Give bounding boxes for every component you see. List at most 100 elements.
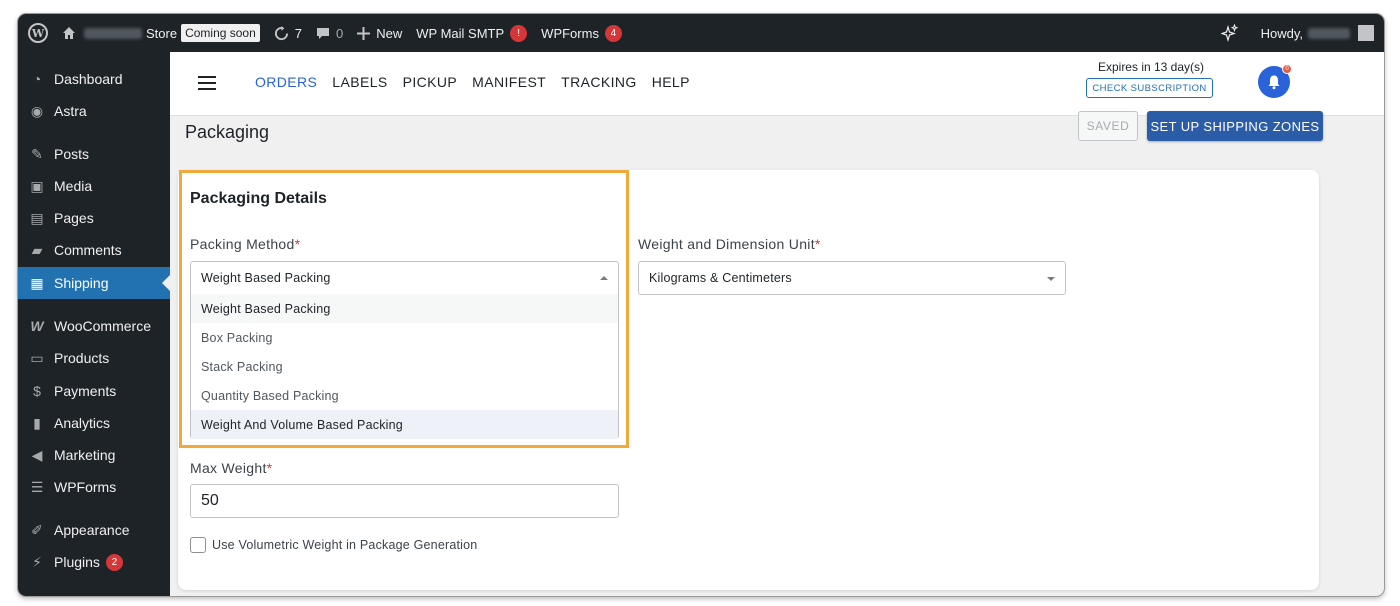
blurred-username [1308, 27, 1350, 39]
ai-sparkle-button[interactable] [1214, 14, 1246, 52]
sidebar-item-label: WooCommerce [54, 318, 151, 334]
comments-count: 0 [336, 25, 344, 41]
sidebar-item-label: Pages [54, 210, 94, 226]
dollar-icon: $ [33, 383, 41, 399]
hamburger-menu-icon[interactable] [198, 76, 216, 90]
required-asterisk: * [294, 236, 301, 252]
tab-pickup[interactable]: PICKUP [403, 74, 458, 90]
sidebar-item-products[interactable]: ▭ Products [18, 342, 170, 374]
media-icon: ▣ [30, 177, 44, 194]
sidebar-item-label: Appearance [54, 522, 130, 538]
wordpress-logo[interactable]: W [18, 14, 55, 52]
updates-link[interactable]: 7 [267, 14, 309, 52]
plug-icon: ⚡ [32, 553, 42, 570]
sidebar-item-payments[interactable]: $ Payments [18, 375, 170, 407]
sidebar-item-marketing[interactable]: ◀ Marketing [18, 439, 170, 471]
required-asterisk: * [814, 236, 821, 252]
sidebar-item-label: Comments [54, 242, 122, 258]
unit-select[interactable]: Kilograms & Centimeters [638, 261, 1066, 295]
wp-mail-smtp-alert-badge: ! [510, 24, 528, 42]
sidebar-item-label: Dashboard [54, 71, 123, 87]
max-weight-label-text: Max Weight [190, 460, 267, 476]
home-icon [63, 27, 75, 39]
sidebar-item-comments[interactable]: ▰ Comments [18, 234, 170, 266]
wpforms-count-badge: 4 [604, 24, 622, 42]
sidebar-item-dashboard[interactable]: ◔ Dashboard [18, 63, 170, 95]
sidebar-item-media[interactable]: ▣ Media [18, 170, 170, 202]
pages-icon: ▤ [30, 209, 44, 226]
archive-icon: ▭ [30, 349, 44, 366]
sidebar-item-analytics[interactable]: ▮ Analytics [18, 407, 170, 439]
sidebar-item-appearance[interactable]: ✐ Appearance [18, 514, 170, 546]
required-asterisk: * [266, 460, 273, 476]
packing-method-dropdown: Weight Based Packing Box Packing Stack P… [190, 294, 619, 439]
packing-option-weight-based[interactable]: Weight Based Packing [191, 294, 618, 323]
my-account-link[interactable]: Howdy, [1246, 14, 1384, 52]
wpforms-link[interactable]: WPForms 4 [534, 14, 629, 52]
packing-method-label: Packing Method* [190, 236, 300, 252]
dashboard-icon: ◔ [32, 71, 42, 87]
sidebar-item-wpforms[interactable]: ☰ WPForms [18, 471, 170, 503]
check-subscription-button[interactable]: CHECK SUBSCRIPTION [1086, 78, 1213, 98]
sidebar-item-astra[interactable]: ◉ Astra [18, 95, 170, 127]
new-content-link[interactable]: New [350, 14, 409, 52]
blurred-site-name [84, 27, 142, 39]
page-title: Packaging [185, 122, 270, 142]
packing-option-box[interactable]: Box Packing [191, 323, 618, 352]
sidebar-item-label: Posts [54, 146, 90, 162]
packing-method-select[interactable]: Weight Based Packing [190, 261, 619, 295]
unit-label: Weight and Dimension Unit* [638, 236, 821, 252]
sidebar-item-plugins[interactable]: ⚡ Plugins 2 [18, 546, 170, 578]
packing-option-weight-volume-based[interactable]: Weight And Volume Based Packing [191, 410, 618, 439]
sidebar-item-label: Products [54, 350, 110, 366]
tab-tracking[interactable]: TRACKING [561, 74, 637, 90]
comments-link[interactable]: 0 [309, 14, 350, 52]
avatar [1358, 25, 1374, 41]
saved-button[interactable]: SAVED [1078, 111, 1138, 141]
plugin-top-nav: ORDERS LABELS PICKUP MANIFEST TRACKING H… [170, 52, 1384, 116]
astra-icon: ◉ [30, 102, 44, 119]
notification-count-badge: 0 [1282, 64, 1292, 74]
refresh-icon [274, 25, 288, 40]
sidebar-item-woocommerce[interactable]: W WooCommerce [18, 310, 170, 342]
tab-labels[interactable]: LABELS [332, 74, 387, 90]
sidebar-item-shipping[interactable]: ▦ Shipping [18, 267, 170, 299]
sidebar-item-label: Astra [54, 103, 87, 119]
sidebar-item-pages[interactable]: ▤ Pages [18, 202, 170, 234]
coming-soon-badge[interactable]: Coming soon [181, 24, 260, 42]
volumetric-weight-checkbox[interactable] [190, 537, 206, 553]
unit-value: Kilograms & Centimeters [649, 271, 792, 285]
bar-chart-icon: ▮ [33, 414, 41, 431]
site-name-link[interactable]: Store Coming soon [55, 14, 267, 52]
wordpress-icon: W [28, 23, 48, 43]
tab-orders[interactable]: ORDERS [255, 74, 317, 90]
tab-manifest[interactable]: MANIFEST [472, 74, 546, 90]
sidebar-item-label: WPForms [54, 479, 117, 495]
packing-method-value: Weight Based Packing [201, 271, 331, 285]
sidebar-item-label: Payments [54, 383, 117, 399]
wpforms-label: WPForms [541, 25, 599, 41]
sidebar-item-label: Marketing [54, 447, 116, 463]
unit-label-text: Weight and Dimension Unit [638, 236, 815, 252]
sidebar-item-posts[interactable]: ✎ Posts [18, 138, 170, 170]
wp-mail-smtp-label: WP Mail SMTP [416, 25, 505, 41]
tab-help[interactable]: HELP [652, 74, 690, 90]
packing-option-stack[interactable]: Stack Packing [191, 352, 618, 381]
set-up-shipping-zones-button[interactable]: SET UP SHIPPING ZONES [1147, 111, 1323, 141]
comment-icon [317, 28, 330, 39]
sidebar-item-label: Shipping [54, 275, 109, 291]
expiry-notice: Expires in 13 day(s) [1097, 60, 1205, 74]
plus-icon [357, 26, 371, 40]
megaphone-icon: ◀ [31, 446, 43, 463]
packing-option-quantity-based[interactable]: Quantity Based Packing [191, 381, 618, 410]
sparkle-icon [1220, 24, 1238, 42]
bell-icon [1268, 75, 1280, 90]
woo-icon: W [30, 318, 44, 334]
volumetric-weight-label: Use Volumetric Weight in Package Generat… [212, 538, 478, 552]
form-icon: ☰ [30, 478, 44, 495]
comment-icon: ▰ [31, 241, 43, 258]
howdy-label: Howdy, [1260, 25, 1303, 41]
nav-tabs: ORDERS LABELS PICKUP MANIFEST TRACKING H… [255, 74, 705, 90]
wp-mail-smtp-link[interactable]: WP Mail SMTP ! [409, 14, 534, 52]
max-weight-input[interactable]: 50 [190, 484, 619, 518]
